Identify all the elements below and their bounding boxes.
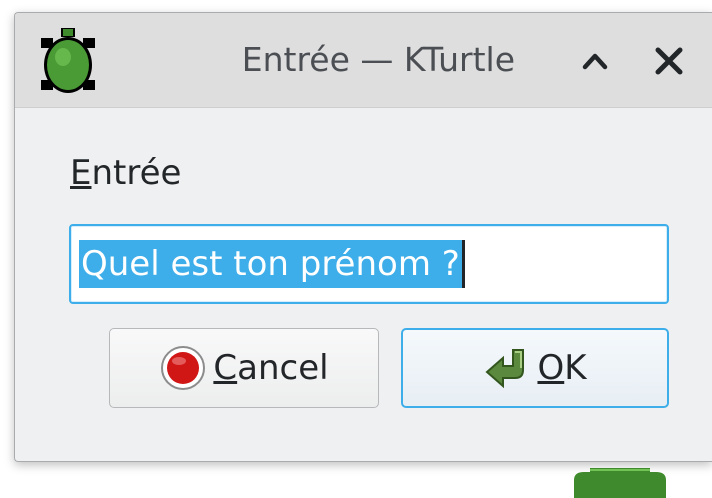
ok-label: OK — [537, 348, 586, 388]
window-title: Entrée — KTurtle — [241, 40, 515, 79]
label-text: ntrée — [91, 153, 182, 193]
input-label: Entrée — [70, 153, 181, 193]
input-selected-text: Quel est ton prénom ? — [79, 240, 462, 288]
title-bar[interactable]: Entrée — KTurtle — [15, 13, 712, 108]
dialog-content: Entrée Quel est ton prénom ? Cancel OK — [15, 108, 712, 461]
background-turtle-icon — [574, 468, 666, 498]
cancel-label: Cancel — [213, 348, 328, 388]
cancel-button[interactable]: Cancel — [109, 328, 379, 408]
cancel-text: ancel — [237, 348, 329, 388]
label-mnemonic: E — [70, 153, 92, 193]
ok-button[interactable]: OK — [401, 328, 669, 408]
ok-mnemonic: O — [537, 348, 565, 388]
ok-arrow-icon — [485, 349, 525, 389]
close-icon[interactable] — [649, 41, 689, 81]
stop-icon — [161, 346, 206, 390]
text-caret — [462, 240, 465, 288]
ok-text: K — [564, 348, 587, 388]
chevron-up-icon[interactable] — [575, 41, 615, 81]
input-dialog-window: Entrée — KTurtle Entrée Quel est ton pré… — [14, 12, 712, 462]
name-input[interactable]: Quel est ton prénom ? — [69, 224, 669, 304]
cancel-mnemonic: C — [213, 348, 238, 388]
